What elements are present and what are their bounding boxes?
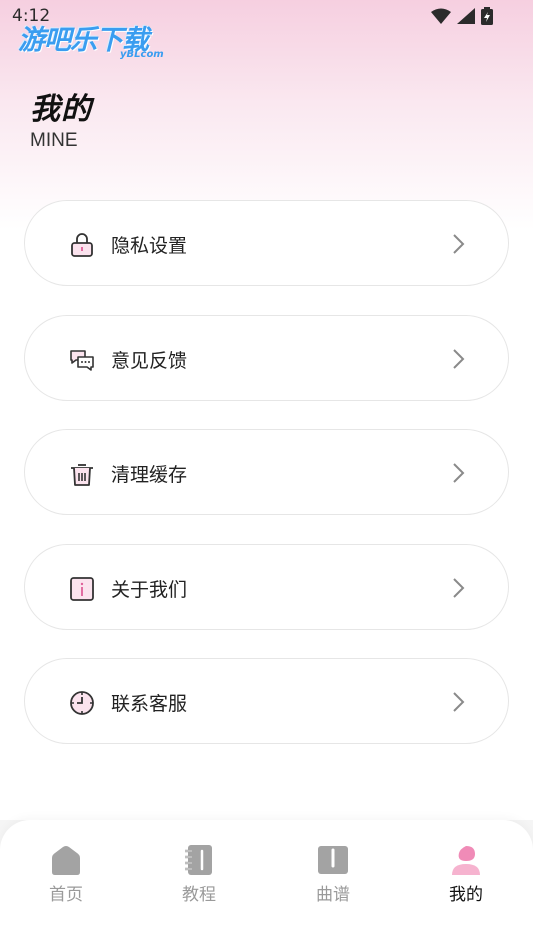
watermark-logo: 游吧乐下载 yBLcom: [18, 18, 164, 60]
tab-label: 我的: [449, 885, 483, 905]
tab-tutorial[interactable]: 教程: [149, 844, 249, 905]
tab-mine[interactable]: 我的: [416, 844, 516, 905]
chevron-right-icon: [453, 577, 465, 598]
menu-item-label: 联系客服: [111, 693, 188, 715]
book-icon: [318, 846, 348, 874]
chat-bubbles-icon: [70, 349, 94, 371]
watermark-subtext: yBLcom: [120, 49, 164, 60]
menu-item-label: 清理缓存: [111, 464, 188, 486]
info-icon: [70, 576, 94, 601]
menu-item-feedback[interactable]: 意见反馈: [24, 314, 509, 401]
lock-icon: [71, 233, 93, 257]
signal-icon: [457, 8, 475, 24]
page-title: 我的: [30, 92, 92, 127]
trash-icon: [71, 464, 93, 486]
user-icon: [452, 846, 480, 875]
menu-item-contact-support[interactable]: 联系客服: [24, 658, 509, 744]
notebook-icon: [185, 845, 212, 875]
tab-home[interactable]: 首页: [16, 844, 116, 905]
chevron-right-icon: [453, 463, 465, 483]
tab-label: 教程: [182, 885, 216, 905]
menu-item-label: 隐私设置: [111, 235, 188, 257]
battery-icon: [481, 7, 493, 25]
menu-item-label: 关于我们: [111, 578, 188, 601]
home-icon: [52, 846, 80, 875]
page-subtitle: MINE: [30, 130, 78, 151]
tab-label: 曲谱: [316, 885, 350, 905]
wifi-icon: [431, 8, 451, 24]
tab-sheet-music[interactable]: 曲谱: [283, 844, 383, 905]
menu-item-privacy[interactable]: 隐私设置: [24, 200, 509, 286]
chevron-right-icon: [453, 234, 465, 254]
menu-item-clear-cache[interactable]: 清理缓存: [24, 429, 509, 515]
bottom-tab-bar: 首页 教程 曲谱 我的: [0, 820, 533, 948]
menu-item-about-us[interactable]: 关于我们: [24, 543, 509, 630]
status-icons: [431, 7, 493, 25]
clock-icon: [70, 691, 94, 715]
chevron-right-icon: [453, 348, 465, 369]
menu-item-label: 意见反馈: [111, 349, 188, 372]
settings-menu: 隐私设置 意见反馈 清理缓存 关于我们 联系客服: [24, 200, 509, 773]
chevron-right-icon: [453, 692, 465, 712]
tab-label: 首页: [49, 885, 83, 905]
